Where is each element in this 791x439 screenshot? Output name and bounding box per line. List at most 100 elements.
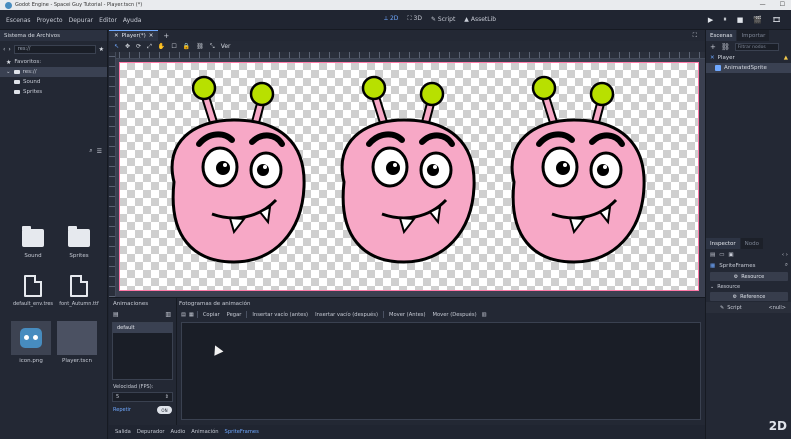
tab-importar[interactable]: Importar — [737, 30, 770, 41]
path-input[interactable]: res:// — [13, 44, 96, 54]
load-resource-icon[interactable]: ▭ — [719, 252, 724, 258]
workspace-script-button[interactable]: ✎ Script — [431, 16, 455, 23]
node-player[interactable]: ✕ Player ▲ — [706, 53, 791, 63]
spin-arrows-icon[interactable]: ⇕ — [165, 394, 169, 400]
add-tab-icon[interactable]: + — [163, 32, 169, 40]
ruler-mode-icon[interactable]: ☐ — [171, 43, 176, 50]
frames-drop-area[interactable] — [181, 322, 701, 420]
chevron-down-icon: ⌄ — [710, 283, 715, 290]
tab-inspector[interactable]: Inspector — [706, 238, 740, 249]
load-spritesheet-icon[interactable]: ▦ — [189, 312, 194, 318]
group-icon[interactable]: ⛓ — [196, 43, 204, 50]
workspace-3d-button[interactable]: ⛶ 3D — [407, 15, 422, 23]
save-resource-icon[interactable]: ▣ — [728, 252, 733, 258]
file-item-player-tscn[interactable]: Player.tscn — [53, 321, 101, 364]
warning-icon[interactable]: ▲ — [784, 55, 788, 61]
node-animatedsprite[interactable]: AnimatedSprite — [706, 63, 791, 73]
tree-item-sound[interactable]: Sound — [0, 77, 107, 87]
workspace-assetlib-button[interactable]: ▲ AssetLib — [464, 16, 496, 23]
play-icon[interactable]: ▶ — [708, 16, 713, 24]
pan-mode-icon[interactable]: ✋ — [158, 43, 165, 50]
resource-button[interactable]: ⚙ Resource — [710, 272, 788, 281]
search-icon[interactable]: ⌕ — [785, 262, 788, 269]
inspector-object-name[interactable]: SpriteFrames — [719, 263, 755, 269]
view-mode-icon[interactable]: ☰ — [97, 148, 102, 155]
folder-icon — [22, 226, 44, 247]
tab-escenas[interactable]: Escenas — [706, 30, 737, 41]
play-scene-icon[interactable]: 🎬 — [753, 16, 762, 24]
tab-player-scene[interactable]: ✕ Player(*) ✕ — [109, 30, 159, 41]
minimize-button[interactable]: — — [760, 1, 766, 8]
menu-escenas[interactable]: Escenas — [6, 17, 31, 24]
image-thumbnail — [11, 321, 51, 355]
bottom-panel-tabs: Salida Depurador Audio Animación SpriteF… — [109, 425, 705, 439]
file-item-icon-png[interactable]: icon.png — [7, 321, 55, 364]
tab-depurador[interactable]: Depurador — [137, 429, 165, 435]
script-property-row[interactable]: ✎ Script <null> — [706, 302, 791, 313]
reference-button[interactable]: ⚙ Reference — [710, 292, 788, 301]
filesystem-tab[interactable]: Sistema de Archivos — [0, 30, 107, 41]
menu-depurar[interactable]: Depurar — [69, 17, 94, 24]
file-item-sprites[interactable]: Sprites — [55, 226, 103, 259]
close-tab-icon[interactable]: ✕ — [149, 33, 154, 39]
scale-mode-icon[interactable]: ⤢ — [147, 43, 152, 51]
search-icon[interactable]: ⌕ — [89, 147, 92, 155]
move-before-button[interactable]: Mover (Antes) — [387, 312, 428, 318]
delete-frame-icon[interactable]: ▥ — [482, 312, 487, 318]
new-resource-icon[interactable]: ▤ — [710, 252, 715, 258]
assetlib-icon: ▲ — [464, 15, 469, 23]
loop-toggle[interactable]: ON — [157, 406, 172, 414]
tree-item-sprites[interactable]: Sprites — [0, 87, 107, 97]
inspector-panel: Inspector Nodo ▤ ▭ ▣ ‹ › ▦ SpriteFrames … — [706, 238, 791, 313]
add-node-icon[interactable]: + — [710, 43, 716, 51]
file-item-sound[interactable]: Sound — [9, 226, 57, 259]
select-mode-icon[interactable]: ↖ — [114, 43, 119, 50]
forward-icon[interactable]: › — [8, 46, 10, 53]
distraction-free-icon[interactable]: ⛶ — [693, 32, 697, 40]
insert-empty-before-button[interactable]: Insertar vacío (antes) — [250, 312, 310, 318]
resource-section[interactable]: ⌄ Resource — [706, 282, 791, 291]
script-icon: ✎ — [430, 15, 436, 23]
paste-frame-button[interactable]: Pegar — [225, 312, 244, 318]
new-animation-icon[interactable]: ▤ — [113, 311, 119, 318]
animation-default[interactable]: default — [113, 323, 172, 333]
file-item-font-autumn[interactable]: font_Autumn.ttf — [55, 275, 103, 307]
play-custom-scene-icon[interactable]: 🎞 — [772, 16, 781, 24]
filter-nodes-input[interactable]: Filtrar nodos — [734, 43, 779, 51]
menu-proyecto[interactable]: Proyecto — [37, 17, 63, 24]
menu-editor[interactable]: Editor — [99, 17, 117, 24]
tab-salida[interactable]: Salida — [115, 429, 131, 435]
workspace-2d-button[interactable]: ⟂ 2D — [384, 15, 398, 23]
star-icon: ★ — [6, 58, 12, 66]
move-mode-icon[interactable]: ✥ — [125, 43, 130, 50]
tab-audio[interactable]: Audio — [171, 429, 186, 435]
inspector-object-row: ▦ SpriteFrames ⌕ — [706, 260, 791, 271]
skeleton-icon[interactable]: ⤡ — [210, 43, 215, 51]
fps-spinbox[interactable]: 5 ⇕ — [112, 392, 173, 402]
insert-empty-after-button[interactable]: Insertar vacío (después) — [313, 312, 380, 318]
tab-spriteframes[interactable]: SpriteFrames — [225, 429, 259, 435]
delete-animation-icon[interactable]: ▥ — [165, 311, 171, 318]
menu-ayuda[interactable]: Ayuda — [123, 17, 142, 24]
scene-tree: ✕ Player ▲ AnimatedSprite — [706, 53, 791, 73]
back-icon[interactable]: ‹ — [3, 46, 5, 53]
view-menu[interactable]: Ver — [221, 43, 231, 50]
lock-icon[interactable]: 🔒 — [183, 43, 190, 50]
canvas-viewport[interactable] — [109, 52, 705, 297]
move-after-button[interactable]: Mover (Después) — [431, 312, 479, 318]
maximize-button[interactable]: ☐ — [780, 1, 785, 8]
tree-item-favorites[interactable]: ★ Favoritos: — [0, 57, 107, 67]
tree-item-res-root[interactable]: ⌄ res:// — [0, 67, 107, 77]
history-nav-icon[interactable]: ‹ › — [782, 252, 788, 258]
instance-scene-icon[interactable]: ⛓ — [721, 43, 730, 51]
load-frames-icon[interactable]: ▤ — [181, 312, 186, 318]
rotate-mode-icon[interactable]: ⟳ — [136, 43, 141, 50]
copy-frame-button[interactable]: Copiar — [201, 312, 222, 318]
pause-icon[interactable]: ⏸ — [723, 15, 727, 24]
tab-nodo[interactable]: Nodo — [740, 238, 763, 249]
favorite-star-icon[interactable]: ★ — [99, 46, 104, 53]
file-item-default-env[interactable]: default_env.tres — [9, 275, 57, 307]
stop-icon[interactable]: ■ — [737, 16, 744, 24]
tab-animacion[interactable]: Animación — [191, 429, 218, 435]
godot-icon — [20, 328, 42, 348]
